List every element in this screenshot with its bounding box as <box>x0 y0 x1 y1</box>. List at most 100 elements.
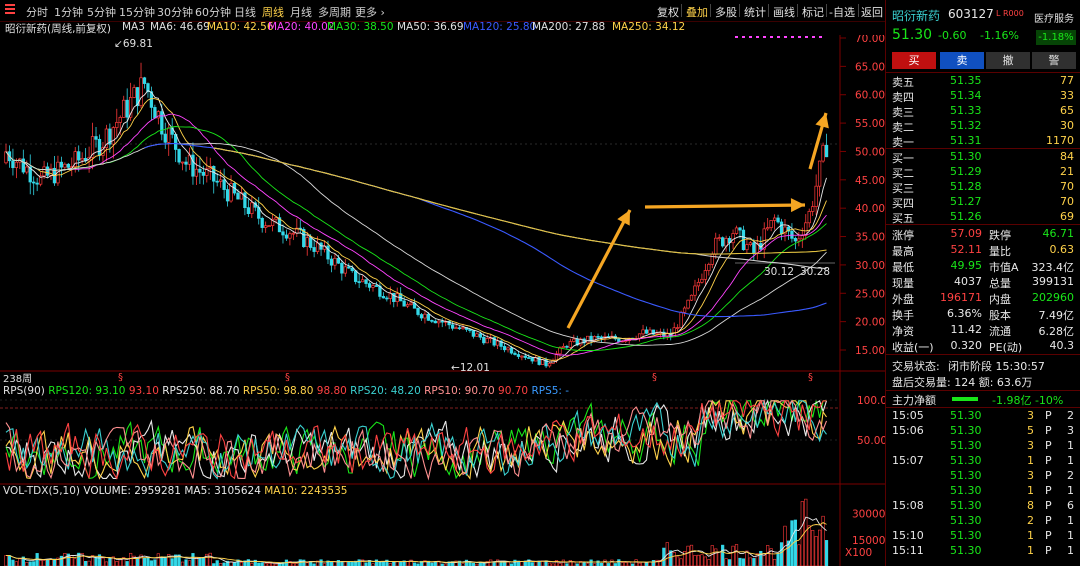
mark-button[interactable]: 标记 <box>802 4 824 20</box>
dividend-marker[interactable]: § <box>652 372 657 383</box>
volume-bar <box>766 545 770 566</box>
back-button[interactable]: 返回 <box>861 4 883 20</box>
volume-bar <box>115 561 119 566</box>
dividend-marker[interactable]: § <box>118 372 123 383</box>
pct-change: -1.16% <box>980 29 1019 42</box>
candle-body <box>686 299 690 309</box>
candle-body <box>405 304 410 307</box>
tick-row: 15:10 51.30 1 P 1 <box>892 529 1078 544</box>
tick-row: 15:06 51.30 5 P 3 <box>892 424 1078 439</box>
sector-name[interactable]: 医疗服务 <box>1034 10 1074 25</box>
tab-60min[interactable]: 60分钟 <box>195 4 231 20</box>
tab-fenshi[interactable]: 分时 <box>26 4 48 20</box>
multi-stock-button[interactable]: 多股 <box>715 4 737 20</box>
tab-daily[interactable]: 日线 <box>234 4 256 20</box>
buy-button[interactable]: 买 <box>892 52 936 69</box>
tab-weekly[interactable]: 周线 <box>262 4 284 20</box>
stat-value: 0.63 <box>1049 243 1075 256</box>
ma-line-20 <box>5 113 827 356</box>
vol-item: VOLUME: 2959281 <box>83 485 185 497</box>
bid-volume: 70 <box>1060 195 1074 208</box>
dividend-marker[interactable]: § <box>808 372 813 383</box>
stat-value: 11.42 <box>950 323 983 336</box>
tick-row: 51.30 1 P 1 <box>892 484 1078 499</box>
status-value: 闭市阶段 15:30:57 <box>948 360 1045 373</box>
overlay-button[interactable]: 叠加 <box>686 4 708 20</box>
tab-15min[interactable]: 15分钟 <box>119 4 155 20</box>
rps-item: RPS250: 88.70 <box>162 385 243 397</box>
tick-volume: 1 <box>1027 529 1034 542</box>
candle-body <box>693 285 697 296</box>
alert-button[interactable]: 警 <box>1032 52 1076 69</box>
tab-5min[interactable]: 5分钟 <box>87 4 116 20</box>
volume-bar <box>14 561 18 566</box>
tick-price: 51.30 <box>950 529 982 542</box>
candle-body <box>340 262 344 274</box>
draw-line-button[interactable]: 画线 <box>773 4 795 20</box>
candle-body <box>433 320 437 324</box>
volume-bar <box>129 552 133 566</box>
stat-label: 最高 <box>892 245 914 258</box>
ask-volume: 1170 <box>1046 134 1074 147</box>
net-flow-value: -1.98亿 -10% <box>992 394 1064 407</box>
tab-monthly[interactable]: 月线 <box>290 4 312 20</box>
volume-bar <box>357 559 361 566</box>
cancel-button[interactable]: 撤 <box>986 52 1030 69</box>
volume-bar <box>215 560 219 566</box>
stats-button[interactable]: 统计 <box>744 4 766 20</box>
volume-bar <box>534 561 538 566</box>
sell-button[interactable]: 卖 <box>940 52 984 69</box>
price-tick: 50.00 <box>855 146 885 158</box>
trend-arrows <box>566 112 829 329</box>
tick-price: 51.30 <box>950 514 982 527</box>
dividend-marker[interactable]: § <box>285 372 290 383</box>
ma-item: MA50: 36.69 <box>397 21 464 33</box>
candle-body <box>696 281 701 287</box>
candle-body <box>305 237 309 248</box>
volume-bar <box>714 548 718 566</box>
candle-body <box>118 117 122 123</box>
vol-title: VOL-TDX(5,10) <box>3 485 81 497</box>
candle-body <box>21 158 25 173</box>
candle-body <box>644 329 649 334</box>
candle-body <box>769 220 773 228</box>
bid-label: 买三 <box>892 182 914 195</box>
volume-bar <box>513 559 517 566</box>
volume-bar <box>603 559 607 566</box>
volume-bar <box>260 562 264 566</box>
menu-icon[interactable] <box>5 3 15 15</box>
net-flow-row: 主力净额 -1.98亿 -10% <box>892 392 1078 407</box>
tick-dir: P <box>1045 409 1052 422</box>
candle-body <box>264 225 268 228</box>
tab-1min[interactable]: 1分钟 <box>54 4 83 20</box>
add-favorite-button[interactable]: -自选 <box>829 4 855 20</box>
volume-bar <box>748 557 752 566</box>
candle-body <box>506 347 510 351</box>
ma-item: MA3 <box>122 21 145 33</box>
volume-bar <box>679 558 683 566</box>
tick-row: 51.30 3 P 1 <box>892 439 1078 454</box>
bid-row: 买三 51.28 70 <box>892 180 1078 195</box>
stat-label: 总量 <box>989 277 1011 290</box>
stat-label: 净资 <box>892 325 914 338</box>
vol-item: MA5: 3105624 <box>184 485 265 497</box>
bid-label: 买一 <box>892 152 914 165</box>
candle-body <box>14 161 19 169</box>
candle-body <box>25 166 29 173</box>
tab-more[interactable]: 更多 › <box>355 4 385 20</box>
price-tick: 15.00 <box>855 345 885 357</box>
candle-body <box>797 238 801 242</box>
fuquan-button[interactable]: 复权 <box>657 4 679 20</box>
candle-body <box>475 333 479 337</box>
tick-dir: P <box>1045 439 1052 452</box>
quote-panel: 昭衍新药 603127 L R000 医疗服务 -1.18% 51.30 -0.… <box>885 0 1080 566</box>
volume-bar <box>108 558 112 566</box>
trend-arrow-head <box>790 198 805 213</box>
candle-body <box>66 163 70 168</box>
price-tick: 30.00 <box>855 260 885 272</box>
tab-30min[interactable]: 30分钟 <box>157 4 193 20</box>
ask-label: 卖二 <box>892 121 914 134</box>
tab-multi-period[interactable]: 多周期 <box>318 4 351 20</box>
volume-bar <box>42 560 46 566</box>
tick-time: 15:05 <box>892 409 924 422</box>
